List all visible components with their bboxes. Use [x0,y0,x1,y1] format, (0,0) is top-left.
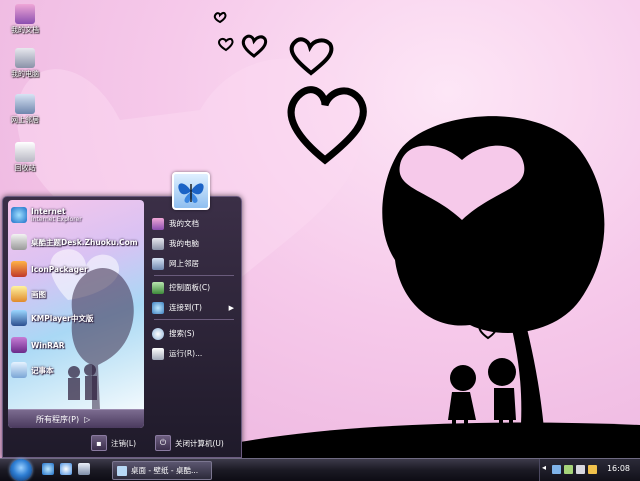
connect-to-icon [152,301,164,314]
desktop-icon-label: 我的电脑 [11,70,39,78]
place-label: 连接到(T) [169,303,202,312]
start-menu-programs-pane: Internet Internet Explorer 桌酷主题Desk.Zhuo… [8,200,144,428]
system-tray: ◂ 16:08 [539,459,640,481]
control-panel-icon [152,281,164,294]
tray-volume-icon[interactable] [576,465,585,474]
program-label: 记事本 [31,365,54,375]
start-menu-places-pane: 我的文档 我的电脑 网上邻居 控制面板(C) 连接到(T) ▶ 搜索(S) 运行… [148,211,238,411]
shutdown-label: 关闭计算机(U) [175,438,224,448]
network-icon [15,94,35,114]
shutdown-button[interactable]: ⏻ 关闭计算机(U) [155,435,224,451]
paint-icon [11,286,27,302]
user-picture[interactable] [172,172,210,210]
arrow-right-icon: ▷ [84,414,91,424]
desktop-icon-network[interactable]: 网上邻居 [0,94,50,125]
place-label: 我的文档 [169,219,199,228]
place-connect-to[interactable]: 连接到(T) ▶ [152,299,238,316]
window-icon [117,465,127,476]
zhuoku-icon [11,234,27,250]
place-my-documents[interactable]: 我的文档 [152,215,238,232]
network-icon [152,257,164,270]
program-internet[interactable]: Internet Internet Explorer [11,205,139,225]
taskbar-window-label: 桌面 - 壁纸 - 桌酷... [131,466,199,475]
recycle-bin-icon [15,142,35,162]
place-label: 运行(R)... [169,349,203,358]
program-notepad[interactable]: 记事本 [11,360,139,380]
kmplayer-icon [11,310,27,326]
place-label: 控制面板(C) [169,283,211,292]
place-label: 我的电脑 [169,239,199,248]
taskbar: 桌面 - 壁纸 - 桌酷... ◂ 16:08 [0,458,640,481]
desktop-icon-label: 我的文档 [11,26,39,34]
place-label: 网上邻居 [169,259,199,268]
butterfly-icon [178,183,204,203]
place-control-panel[interactable]: 控制面板(C) [152,279,238,296]
notepad-icon [11,362,27,378]
tray-app-icon[interactable] [564,465,573,474]
desktop-icon-my-computer[interactable]: 我的电脑 [0,48,50,79]
tray-security-icon[interactable] [588,465,597,474]
start-menu-bottom-bar: ▪ 注销(L) ⏻ 关闭计算机(U) [3,433,241,455]
program-label: IconPackager [31,264,88,274]
program-label: 画图 [31,289,46,299]
quicklaunch-desktop-icon[interactable] [78,463,90,475]
place-search[interactable]: 搜索(S) [152,325,238,342]
program-iconpackager[interactable]: IconPackager [11,259,139,279]
program-sublabel: Internet Explorer [31,216,82,223]
program-zhuoku[interactable]: 桌酷主题Desk.Zhuoku.Com [11,232,139,252]
clock[interactable]: 16:08 [607,464,630,473]
desktop-icon-recycle-bin[interactable]: 回收站 [0,142,50,173]
start-menu: Internet Internet Explorer 桌酷主题Desk.Zhuo… [2,196,242,458]
internet-explorer-icon [11,207,27,223]
separator [154,319,234,320]
desktop-icon-my-documents[interactable]: 我的文档 [0,4,50,35]
desktop: 我的文档 我的电脑 网上邻居 回收站 Internet Internet Exp… [0,0,640,458]
quicklaunch-ie-icon[interactable] [42,463,54,475]
taskbar-window-button[interactable]: 桌面 - 壁纸 - 桌酷... [112,461,212,480]
iconpackager-icon [11,261,27,277]
separator [154,275,234,276]
my-computer-icon [15,48,35,68]
run-icon [152,347,164,360]
submenu-arrow-icon: ▶ [228,303,234,312]
program-label: KMPlayer中文版 [31,313,94,323]
desktop-icon-label: 回收站 [14,164,36,172]
program-label: 桌酷主题Desk.Zhuoku.Com [31,237,138,247]
program-kmplayer[interactable]: KMPlayer中文版 [11,308,139,328]
lock-icon: ▪ [91,435,107,451]
program-winrar[interactable]: WinRAR [11,335,139,355]
all-programs-label: 所有程序(P) [36,414,80,424]
logoff-button[interactable]: ▪ 注销(L) [91,435,136,451]
tray-network-icon[interactable] [552,465,561,474]
desktop-icon-label: 网上邻居 [11,116,39,124]
quicklaunch-browser-icon[interactable] [60,463,72,475]
tray-expand-icon[interactable]: ◂ [542,463,546,472]
my-documents-icon [152,217,164,230]
program-label: WinRAR [31,340,65,350]
search-icon [152,327,164,340]
my-documents-icon [15,4,35,24]
my-computer-icon [152,237,164,250]
place-label: 搜索(S) [169,329,195,338]
power-icon: ⏻ [155,435,171,451]
winrar-icon [11,337,27,353]
place-network[interactable]: 网上邻居 [152,255,238,272]
logoff-label: 注销(L) [111,438,137,448]
all-programs-button[interactable]: 所有程序(P) ▷ [8,409,144,428]
program-paint[interactable]: 画图 [11,284,139,304]
start-button[interactable] [10,459,32,481]
program-label: Internet [31,207,66,216]
place-run[interactable]: 运行(R)... [152,345,238,362]
place-my-computer[interactable]: 我的电脑 [152,235,238,252]
